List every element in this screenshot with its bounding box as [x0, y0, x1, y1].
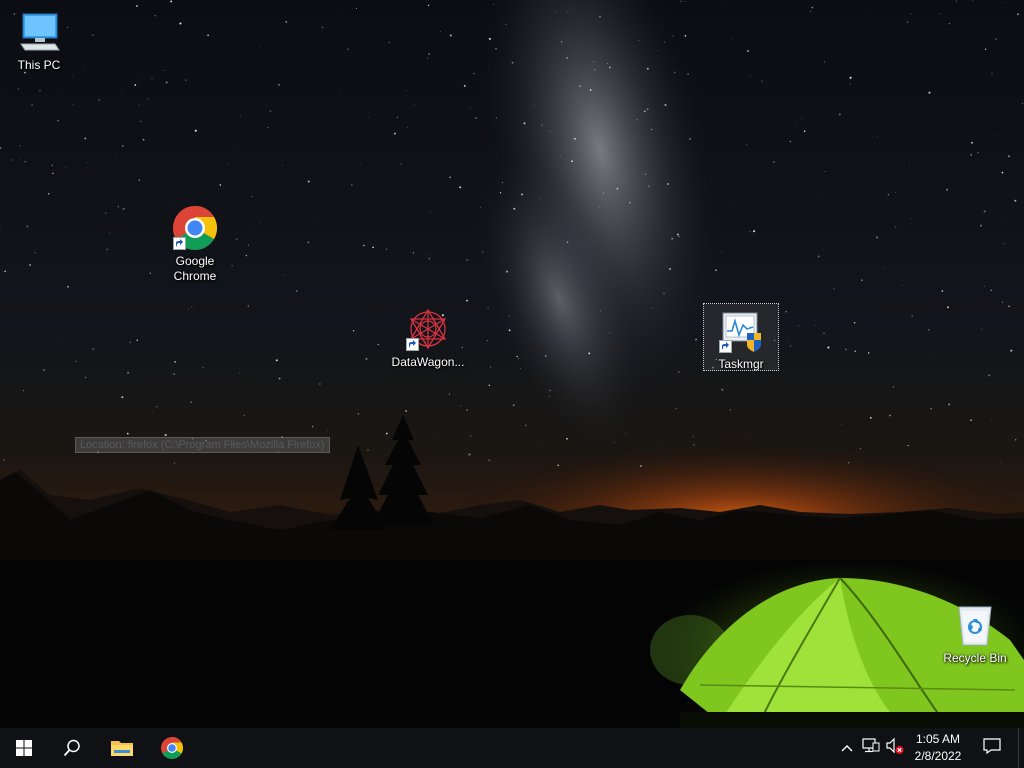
desktop-icon-this-pc[interactable]: This PC — [2, 8, 76, 73]
tray-show-hidden-icons[interactable] — [837, 738, 857, 758]
shortcut-arrow-icon — [406, 338, 419, 351]
desktop-icon-google-chrome[interactable]: Google Chrome — [158, 204, 232, 284]
search-button[interactable] — [48, 728, 96, 768]
datawagon-icon — [404, 305, 452, 353]
tray-network[interactable] — [861, 737, 881, 759]
show-desktop-button[interactable] — [1018, 728, 1024, 768]
taskbar: 1:05 AM 2/8/2022 — [0, 728, 1024, 768]
network-icon — [862, 737, 880, 759]
desktop-icon-label: Google Chrome — [173, 254, 217, 283]
computer-icon — [15, 8, 63, 56]
desktop-icon-datawagon[interactable]: DataWagon... — [391, 305, 465, 370]
folder-icon — [110, 738, 134, 758]
desktop-icon-recycle-bin[interactable]: Recycle Bin — [938, 601, 1012, 666]
desktop-icon-label: This PC — [17, 58, 61, 72]
chrome-icon — [160, 736, 184, 760]
taskbar-file-explorer[interactable] — [98, 728, 146, 768]
volume-muted-icon — [885, 737, 905, 760]
clock-date: 2/8/2022 — [914, 749, 962, 763]
wallpaper — [0, 0, 1024, 728]
search-icon — [63, 739, 81, 757]
desktop-icon-label: DataWagon... — [391, 355, 465, 369]
clock[interactable]: 1:05 AM 2/8/2022 — [904, 731, 972, 765]
chevron-up-icon — [841, 739, 853, 757]
start-button[interactable] — [0, 728, 48, 768]
desktop-icon-label: Taskmgr — [718, 357, 764, 371]
taskbar-google-chrome[interactable] — [148, 728, 196, 768]
shortcut-arrow-icon — [719, 340, 732, 353]
action-center-icon — [983, 737, 1001, 759]
action-center-button[interactable] — [978, 728, 1006, 768]
chrome-icon — [171, 204, 219, 252]
desktop[interactable]: This PC Google Chrome DataWagon... Taskm… — [0, 0, 1024, 728]
windows-start-icon — [16, 740, 32, 756]
taskmgr-icon — [717, 307, 765, 355]
recycle-bin-icon — [951, 601, 999, 649]
tooltip: Location: firefox (C:\Program Files\Mozi… — [75, 437, 330, 453]
tray-volume[interactable] — [885, 737, 905, 760]
shortcut-arrow-icon — [173, 237, 186, 250]
desktop-icon-label: Recycle Bin — [943, 651, 1007, 665]
desktop-icon-taskmgr[interactable]: Taskmgr — [703, 303, 779, 371]
clock-time: 1:05 AM — [915, 732, 961, 746]
